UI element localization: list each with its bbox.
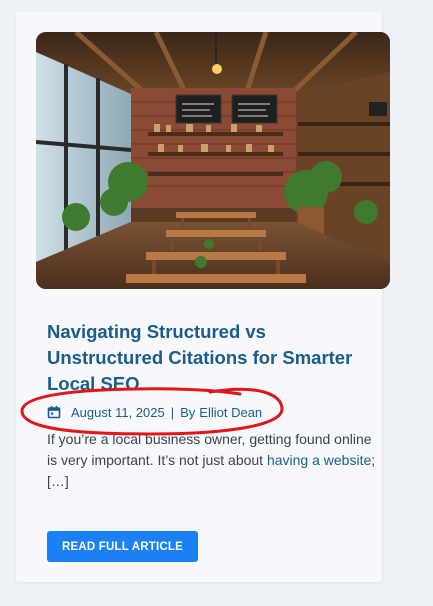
- meta-separator: |: [170, 404, 175, 420]
- excerpt-link[interactable]: having a website: [267, 452, 371, 468]
- cafe-interior-photo: [36, 32, 390, 289]
- article-excerpt: If you’re a local business owner, gettin…: [47, 429, 377, 492]
- article-meta: August 11, 2025 | By Elliot Dean: [47, 403, 262, 421]
- author-name[interactable]: Elliot Dean: [199, 405, 262, 420]
- article-thumbnail[interactable]: [36, 32, 390, 289]
- read-full-article-button[interactable]: READ FULL ARTICLE: [47, 531, 198, 562]
- article-card: Navigating Structured vs Unstructured Ci…: [16, 12, 390, 582]
- article-title[interactable]: Navigating Structured vs Unstructured Ci…: [47, 319, 367, 397]
- publish-date: August 11, 2025: [71, 404, 165, 420]
- calendar-icon: [47, 405, 61, 419]
- author-prefix: By: [180, 404, 196, 420]
